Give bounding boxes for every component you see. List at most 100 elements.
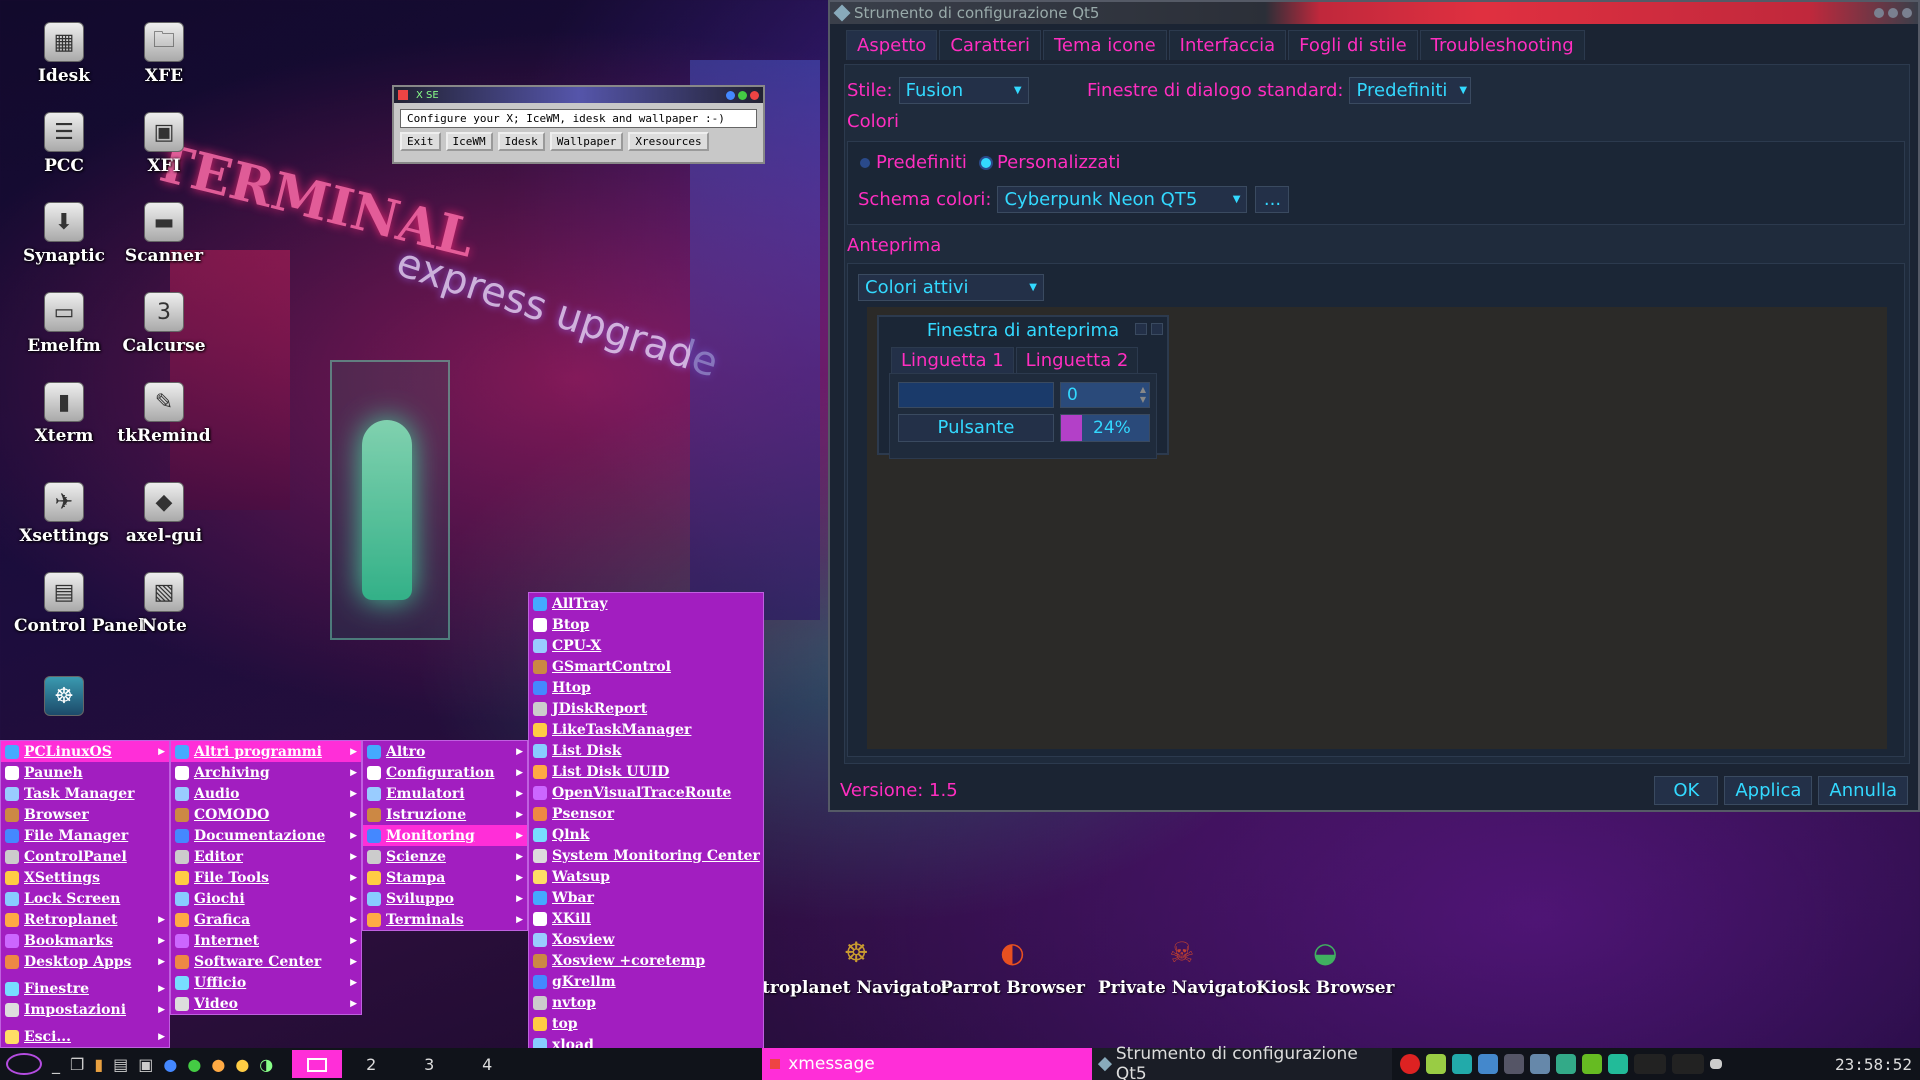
menu-item-xosview[interactable]: Xosview xyxy=(529,929,763,950)
radio-custom[interactable] xyxy=(980,157,991,168)
scheme-combo[interactable]: Cyberpunk Neon QT5 ▼ xyxy=(997,186,1248,213)
style-combo[interactable]: Fusion ▼ xyxy=(898,77,1029,104)
menu-item-psensor[interactable]: Psensor xyxy=(529,803,763,824)
xmessage-idesk-button[interactable]: Idesk xyxy=(497,132,545,151)
menu-item-retroplanet[interactable]: Retroplanet ▶ xyxy=(1,909,169,930)
desktop-icon-xfi[interactable]: ▣ XFI xyxy=(114,112,214,176)
menu-item-grafica[interactable]: Grafica ▶ xyxy=(171,909,361,930)
desktop-icon-axel-gui[interactable]: ◆ axel-gui xyxy=(114,482,214,546)
menu-item-ufficio[interactable]: Ufficio ▶ xyxy=(171,972,361,993)
tab-fogli-di-stile[interactable]: Fogli di stile xyxy=(1288,30,1418,60)
task-qt5ct[interactable]: Strumento di configurazione Qt5 xyxy=(1092,1044,1393,1080)
menu-item-openvisualtraceroute[interactable]: OpenVisualTraceRoute xyxy=(529,782,763,803)
show-desktop-icon[interactable]: _ xyxy=(52,1055,60,1074)
desktop-icon-navigator[interactable]: ☸ xyxy=(14,676,114,720)
menu-item-terminals[interactable]: Terminals ▶ xyxy=(363,909,527,930)
menu-item-esci-[interactable]: Esci... ▶ xyxy=(1,1026,169,1047)
menu-item-watsup[interactable]: Watsup xyxy=(529,866,763,887)
close-icon[interactable] xyxy=(1902,8,1912,18)
window-list-icon[interactable]: ❐ xyxy=(70,1055,84,1074)
preview-tab-2[interactable]: Linguetta 2 xyxy=(1015,347,1139,373)
menu-item-stampa[interactable]: Stampa ▶ xyxy=(363,867,527,888)
clipboard-icon[interactable] xyxy=(1452,1054,1473,1074)
globe-icon[interactable]: ● xyxy=(187,1055,201,1074)
desktop-icon-synaptic[interactable]: ⬇ Synaptic xyxy=(14,202,114,266)
launcher-kiosk-browser[interactable]: ◒ Kiosk Browser xyxy=(1256,928,1394,999)
ok-button[interactable]: OK xyxy=(1654,776,1719,805)
xmessage-titlebar[interactable]: X SE xyxy=(394,87,763,103)
ladybug-icon[interactable] xyxy=(1400,1054,1421,1074)
desktop-icon-idesk[interactable]: ▦ Idesk xyxy=(14,22,114,86)
tab-aspetto[interactable]: Aspetto xyxy=(846,30,938,60)
menu-item-list-disk[interactable]: List Disk xyxy=(529,740,763,761)
desktop-icon-tkremind[interactable]: ✎ tkRemind xyxy=(114,382,214,446)
menu-item-editor[interactable]: Editor ▶ xyxy=(171,846,361,867)
xmessage-icewm-button[interactable]: IceWM xyxy=(445,132,493,151)
menu-item-internet[interactable]: Internet ▶ xyxy=(171,930,361,951)
workspace-3[interactable]: 3 xyxy=(400,1055,458,1074)
menu-item-finestre[interactable]: Finestre ▶ xyxy=(1,978,169,999)
minimize-icon[interactable] xyxy=(726,90,735,100)
desktop-icon-calcurse[interactable]: 3 Calcurse xyxy=(114,292,214,356)
menu-item-alltray[interactable]: AllTray xyxy=(529,593,763,614)
menu-item-nvtop[interactable]: nvtop xyxy=(529,992,763,1013)
preview-spinbox[interactable]: 0 ▲ ▼ xyxy=(1060,382,1150,408)
menu-item-bookmarks[interactable]: Bookmarks ▶ xyxy=(1,930,169,951)
paint-icon[interactable]: ● xyxy=(235,1055,249,1074)
menu-item-cpu-x[interactable]: CPU-X xyxy=(529,635,763,656)
power-icon[interactable]: ◑ xyxy=(259,1055,273,1074)
menu-item-desktop-apps[interactable]: Desktop Apps ▶ xyxy=(1,951,169,972)
menu-item-impostazioni[interactable]: Impostazioni ▶ xyxy=(1,999,169,1020)
xmessage-exit-button[interactable]: Exit xyxy=(400,132,441,151)
browser-icon[interactable]: ● xyxy=(163,1055,177,1074)
desktop-icon-xterm[interactable]: ▮ Xterm xyxy=(14,382,114,446)
monitor-tray-icon[interactable] xyxy=(1426,1054,1447,1074)
menu-item-xosview-coretemp[interactable]: Xosview +coretemp xyxy=(529,950,763,971)
menu-item-browser[interactable]: Browser xyxy=(1,804,169,825)
apply-button[interactable]: Applica xyxy=(1724,776,1813,805)
menu-item-htop[interactable]: Htop xyxy=(529,677,763,698)
menu-item-xsettings[interactable]: XSettings xyxy=(1,867,169,888)
menu-item-btop[interactable]: Btop xyxy=(529,614,763,635)
dialogs-combo[interactable]: Predefiniti ▼ xyxy=(1349,77,1472,104)
workspace-4[interactable]: 4 xyxy=(458,1055,516,1074)
tab-caratteri[interactable]: Caratteri xyxy=(939,30,1041,60)
start-button-icon[interactable] xyxy=(6,1053,42,1075)
launcher-parrot-browser[interactable]: ◐ Parrot Browser xyxy=(940,928,1085,999)
menu-item-emulatori[interactable]: Emulatori ▶ xyxy=(363,783,527,804)
menu-item-list-disk-uuid[interactable]: List Disk UUID xyxy=(529,761,763,782)
scheme-more-button[interactable]: ... xyxy=(1255,186,1290,213)
menu-item-istruzione[interactable]: Istruzione ▶ xyxy=(363,804,527,825)
tab-interfaccia[interactable]: Interfaccia xyxy=(1168,30,1287,60)
files-icon[interactable]: ▮ xyxy=(94,1055,103,1074)
menu-item-file-tools[interactable]: File Tools ▶ xyxy=(171,867,361,888)
menu-item-altri-programmi[interactable]: Altri programmi ▶ xyxy=(171,741,361,762)
xmessage-xresources-button[interactable]: Xresources xyxy=(628,132,709,151)
menu-item-gsmartcontrol[interactable]: GSmartControl xyxy=(529,656,763,677)
launcher-troplanet-navigator[interactable]: ☸ troplanet Navigator xyxy=(762,928,950,999)
update-icon[interactable] xyxy=(1608,1054,1629,1074)
desktop-icon-scanner[interactable]: ▬ Scanner xyxy=(114,202,214,266)
maximize-icon[interactable] xyxy=(1888,8,1898,18)
menu-item-giochi[interactable]: Giochi ▶ xyxy=(171,888,361,909)
dropbox-icon[interactable] xyxy=(1478,1054,1499,1074)
volume-icon[interactable] xyxy=(1504,1054,1525,1074)
desktop-icon-xsettings[interactable]: ✈ Xsettings xyxy=(14,482,114,546)
menu-item-lock-screen[interactable]: Lock Screen xyxy=(1,888,169,909)
menu-item-file-manager[interactable]: File Manager xyxy=(1,825,169,846)
window-menu-icon[interactable] xyxy=(398,90,408,100)
menu-item-qlnk[interactable]: Qlnk xyxy=(529,824,763,845)
menu-item-audio[interactable]: Audio ▶ xyxy=(171,783,361,804)
menu-item-comodo[interactable]: COMODO ▶ xyxy=(171,804,361,825)
menu-item-documentazione[interactable]: Documentazione ▶ xyxy=(171,825,361,846)
spin-arrows-icon[interactable]: ▲ ▼ xyxy=(1140,385,1146,405)
menu-item-video[interactable]: Video ▶ xyxy=(171,993,361,1014)
nvidia-icon[interactable] xyxy=(1582,1054,1603,1074)
menu-item-archiving[interactable]: Archiving ▶ xyxy=(171,762,361,783)
preview-combo[interactable]: Colori attivi ▼ xyxy=(858,274,1044,301)
launcher-private-navigator[interactable]: ☠ Private Navigator xyxy=(1098,928,1266,999)
mail-icon[interactable] xyxy=(1710,1059,1723,1069)
folder-tray-icon[interactable] xyxy=(1530,1054,1551,1074)
network-icon[interactable] xyxy=(1556,1054,1577,1074)
desktop-icon-control-panel[interactable]: ▤ Control Panel xyxy=(14,572,145,636)
